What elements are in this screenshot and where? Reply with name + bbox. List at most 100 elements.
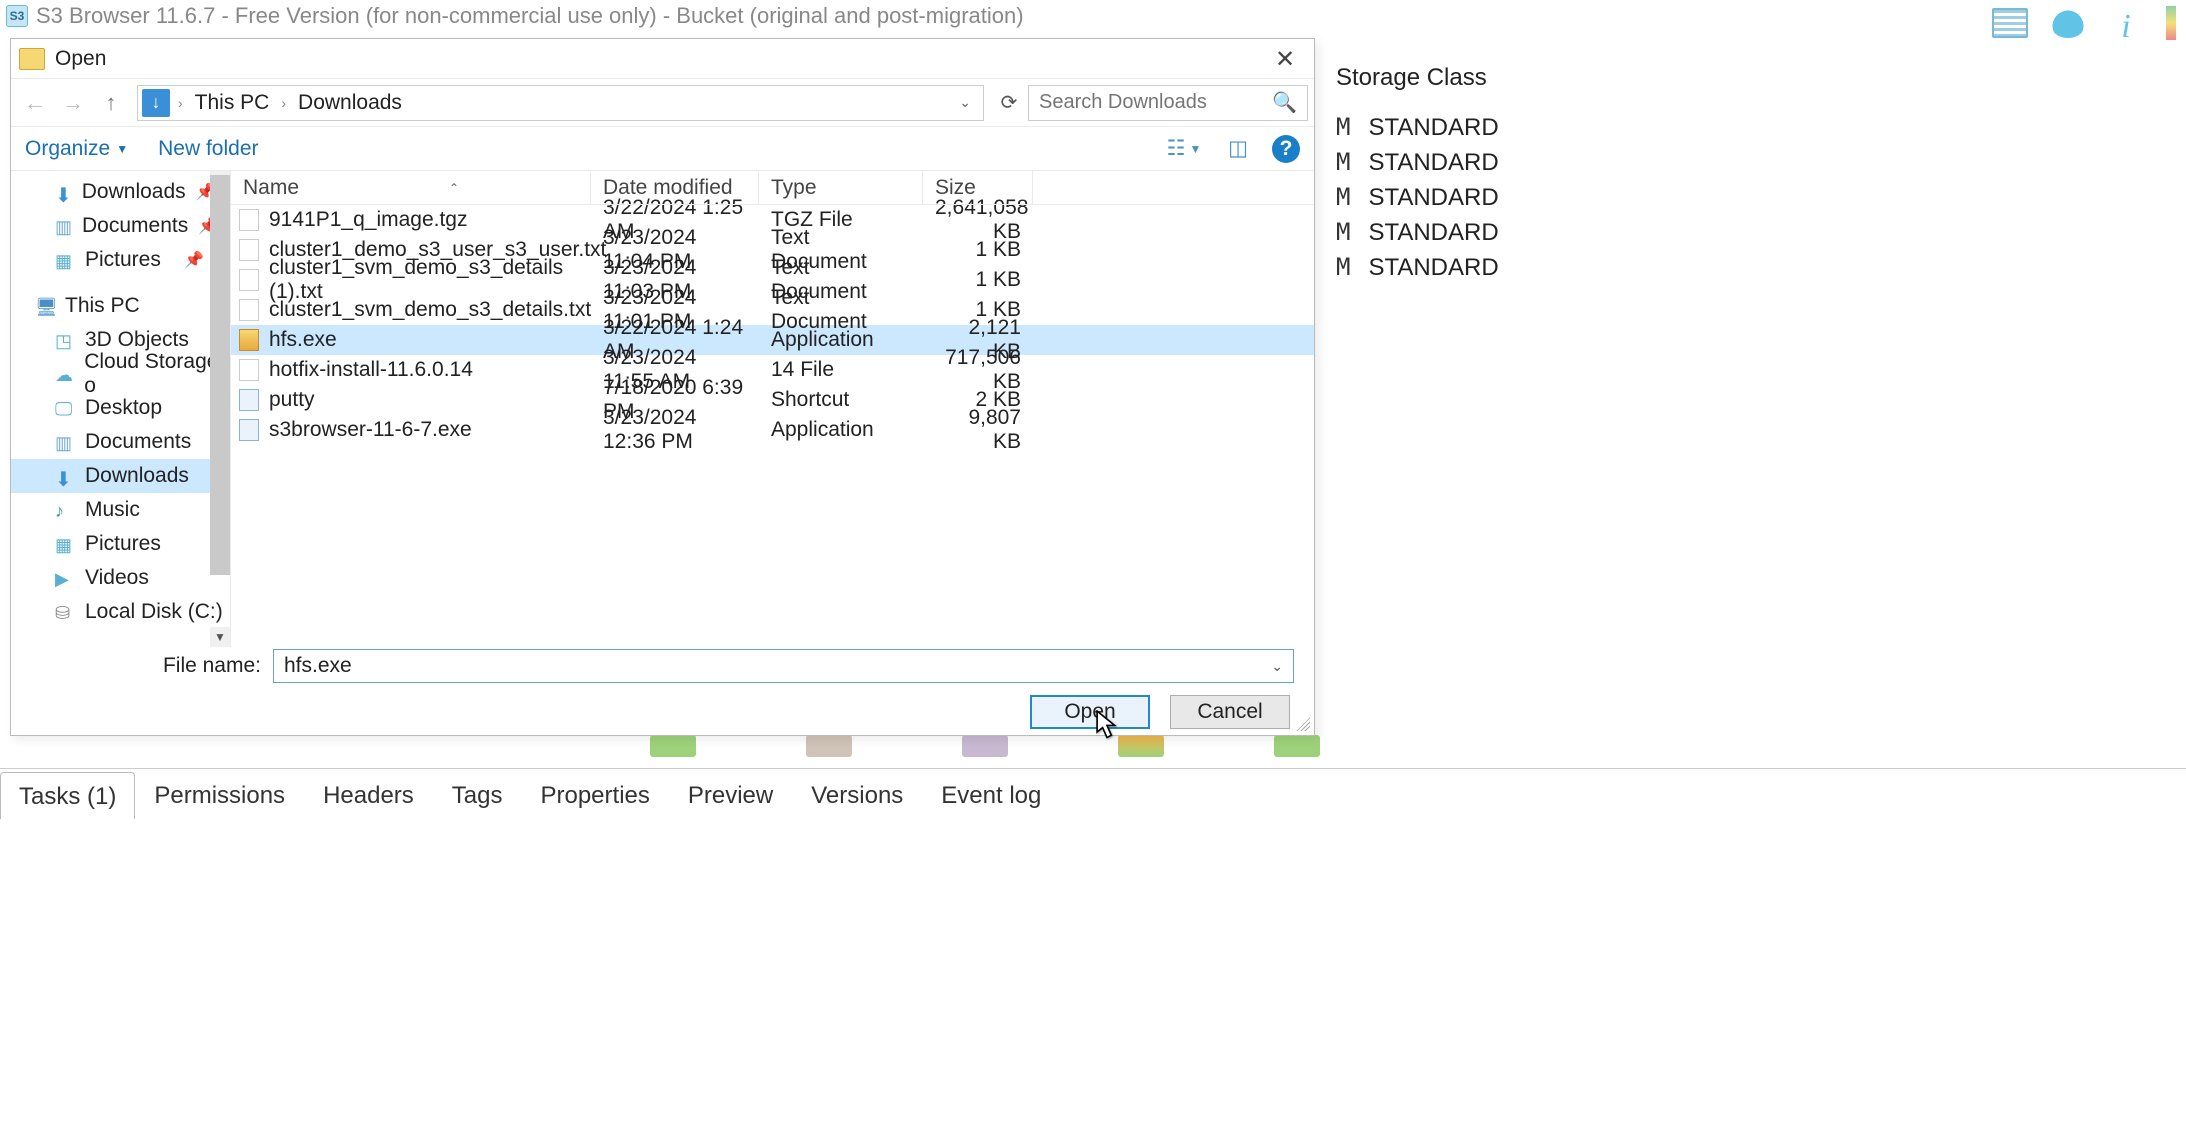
file-row[interactable]: hotfix-install-11.6.0.14 3/23/2024 11:55… — [231, 355, 1314, 385]
file-list-header[interactable]: Name⌃ Date modified Type Size — [231, 171, 1314, 205]
bg-action-icons — [650, 735, 1320, 757]
organize-label: Organize — [25, 137, 110, 161]
tab-preview[interactable]: Preview — [669, 771, 792, 818]
bg-icon-3[interactable] — [962, 735, 1008, 757]
sidebar: ⬇Downloads📌▥Documents📌▦Pictures📌 🖥 This … — [11, 171, 231, 647]
file-icon — [239, 299, 259, 321]
storage-class-value: STANDARD — [1368, 114, 1498, 141]
sidebar-item-label: Music — [85, 498, 140, 522]
file-type: 14 File — [759, 358, 923, 382]
tab-event-log[interactable]: Event log — [922, 771, 1060, 818]
sidebar-item-music[interactable]: ♪ Music — [11, 493, 230, 527]
sort-indicator-icon: ⌃ — [449, 181, 459, 195]
mus-icon: ♪ — [55, 501, 75, 519]
storage-class-row: MSTANDARD — [1336, 145, 2186, 180]
file-size: 9,807 KB — [923, 406, 1033, 454]
bg-icon-4[interactable] — [1118, 735, 1164, 757]
bg-icon-2[interactable] — [806, 735, 852, 757]
bg-row-prefix: M — [1336, 218, 1368, 246]
file-type: Shortcut — [759, 388, 923, 412]
storage-class-panel: Storage Class MSTANDARDMSTANDARDMSTANDAR… — [1336, 50, 2186, 410]
bg-row-prefix: M — [1336, 148, 1368, 176]
col-size[interactable]: Size — [923, 171, 1033, 204]
open-dialog: Open ✕ ← → ↑ ↓ › This PC › Downloads ⌄ ⟳… — [10, 38, 1315, 736]
sidebar-item-local-disk-c-[interactable]: ⛁Local Disk (C:) — [11, 595, 230, 629]
storage-class-row: MSTANDARD — [1336, 215, 2186, 250]
file-row[interactable]: cluster1_svm_demo_s3_details.txt 3/23/20… — [231, 295, 1314, 325]
tab-properties[interactable]: Properties — [521, 771, 668, 818]
sidebar-quick-downloads[interactable]: ⬇Downloads📌 — [11, 175, 230, 209]
filename-input[interactable]: hfs.exe ⌄ — [273, 649, 1294, 683]
sidebar-item-downloads[interactable]: ⬇Downloads — [11, 459, 230, 493]
resize-grip[interactable] — [1296, 717, 1310, 731]
organize-button[interactable]: Organize ▼ — [25, 137, 128, 161]
vid-icon: ▶ — [55, 569, 75, 587]
app-icon: S3 — [6, 5, 28, 27]
breadcrumb-dropdown[interactable]: ⌄ — [951, 94, 979, 111]
tab-tasks-1-[interactable]: Tasks (1) — [0, 772, 135, 819]
sidebar-quick-documents[interactable]: ▥Documents📌 — [11, 209, 230, 243]
chevron-right-icon: › — [176, 95, 185, 111]
dialog-toolbar: Organize ▼ New folder ☷ ▼ ◫ ? — [11, 127, 1314, 171]
file-row[interactable]: s3browser-11-6-7.exe 3/23/2024 12:36 PM … — [231, 415, 1314, 445]
file-icon — [239, 359, 259, 381]
sidebar-item-videos[interactable]: ▶Videos — [11, 561, 230, 595]
dialog-titlebar[interactable]: Open ✕ — [11, 39, 1314, 79]
keyboard-icon[interactable] — [1992, 8, 2028, 38]
tab-tags[interactable]: Tags — [433, 771, 522, 818]
search-icon[interactable]: 🔍 — [1272, 90, 1297, 115]
sidebar-item-pictures[interactable]: ▦Pictures — [11, 527, 230, 561]
tab-permissions[interactable]: Permissions — [135, 771, 304, 818]
nav-back-button[interactable]: ← — [17, 85, 53, 121]
preview-pane-button[interactable]: ◫ — [1218, 135, 1258, 163]
nav-forward-button[interactable]: → — [55, 85, 91, 121]
sidebar-this-pc[interactable]: 🖥 This PC — [11, 289, 230, 323]
usage-bar-icon[interactable] — [2166, 6, 2176, 40]
close-button[interactable]: ✕ — [1256, 39, 1314, 79]
file-type: Text Document — [759, 286, 923, 334]
help-button[interactable]: ? — [1272, 135, 1300, 163]
file-icon — [239, 389, 259, 411]
file-icon — [239, 209, 259, 231]
bg-row-prefix: M — [1336, 183, 1368, 211]
breadcrumb[interactable]: ↓ › This PC › Downloads ⌄ — [137, 85, 984, 121]
scrollbar-thumb[interactable] — [210, 175, 230, 575]
col-name[interactable]: Name⌃ — [231, 171, 591, 204]
search-input[interactable] — [1039, 91, 1272, 114]
cloud-icon: ☁ — [55, 365, 74, 383]
cancel-button[interactable]: Cancel — [1170, 695, 1290, 729]
chevron-right-icon: › — [279, 95, 288, 111]
file-size: 717,506 KB — [923, 346, 1033, 394]
dialog-footer: File name: hfs.exe ⌄ Open Cancel — [11, 635, 1314, 735]
doc-icon: ▥ — [55, 433, 75, 451]
file-row[interactable]: hfs.exe 3/22/2024 1:24 AM Application 2,… — [231, 325, 1314, 355]
bg-icon-5[interactable] — [1274, 735, 1320, 757]
col-date[interactable]: Date modified — [591, 171, 759, 204]
storage-class-header: Storage Class — [1336, 50, 2186, 110]
tab-headers[interactable]: Headers — [304, 771, 433, 818]
sidebar-item-documents[interactable]: ▥Documents — [11, 425, 230, 459]
filename-dropdown[interactable]: ⌄ — [1271, 658, 1283, 675]
nav-up-button[interactable]: ↑ — [93, 85, 129, 121]
breadcrumb-folder[interactable]: Downloads — [294, 91, 406, 115]
file-list: Name⌃ Date modified Type Size 9141P1_q_i… — [231, 171, 1314, 647]
refresh-button[interactable]: ⟳ — [992, 86, 1026, 120]
sidebar-quick-pictures[interactable]: ▦Pictures📌 — [11, 243, 230, 277]
sidebar-item-cloud-storage-o[interactable]: ☁Cloud Storage o — [11, 357, 230, 391]
filename-value: hfs.exe — [284, 654, 352, 678]
file-date: 3/23/2024 12:36 PM — [591, 406, 759, 454]
file-row[interactable]: putty 7/18/2020 6:39 PM Shortcut 2 KB — [231, 385, 1314, 415]
new-folder-button[interactable]: New folder — [158, 137, 258, 161]
file-name: cluster1_svm_demo_s3_details (1).txt — [269, 256, 579, 304]
tab-versions[interactable]: Versions — [792, 771, 922, 818]
search-box[interactable]: 🔍 — [1028, 85, 1308, 121]
bg-icon-1[interactable] — [650, 735, 696, 757]
view-mode-button[interactable]: ☷ ▼ — [1164, 135, 1204, 163]
breadcrumb-pc[interactable]: This PC — [191, 91, 274, 115]
col-type[interactable]: Type — [759, 171, 923, 204]
cloud-icon[interactable] — [2050, 8, 2086, 38]
sidebar-item-label: Cloud Storage o — [84, 350, 230, 398]
open-button[interactable]: Open — [1030, 695, 1150, 729]
breadcrumb-root-icon[interactable]: ↓ — [142, 89, 170, 117]
info-icon[interactable]: i — [2108, 8, 2144, 38]
